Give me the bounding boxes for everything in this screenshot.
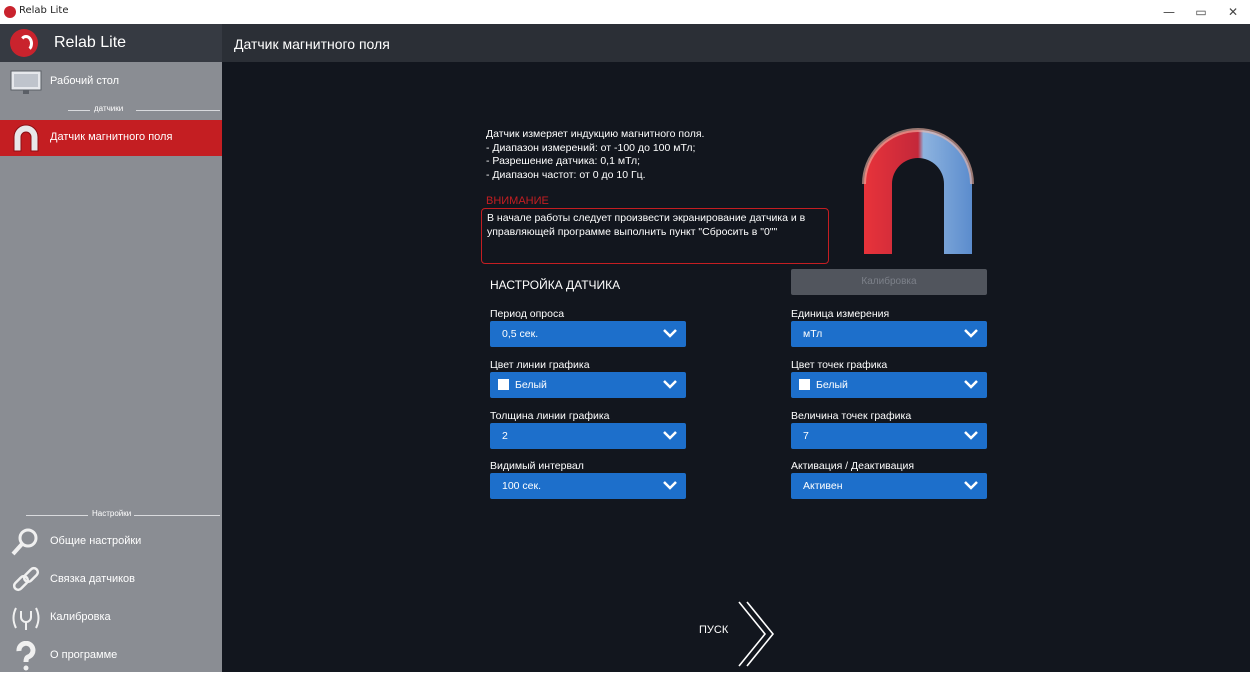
unit-label: Единица измерения (791, 308, 890, 320)
sidebar-item-general-settings[interactable]: Общие настройки (0, 524, 222, 560)
section-label: датчики (94, 104, 124, 113)
calibration-signal-icon (10, 603, 42, 633)
main-header: Датчик магнитного поля (222, 24, 1250, 62)
window-titlebar: Relab Lite — ▭ ✕ (0, 0, 1250, 24)
warning-box: В начале работы следует произвести экран… (481, 208, 829, 264)
monitor-icon (10, 67, 42, 97)
section-label: Настройки (92, 509, 132, 518)
sidebar-item-label: Общие настройки (50, 535, 142, 547)
settings-section-title: НАСТРОЙКА ДАТЧИКА (490, 278, 621, 292)
poll-period-label: Период опроса (490, 308, 565, 320)
chevron-down-icon (964, 431, 978, 440)
page-title: Датчик магнитного поля (234, 36, 390, 52)
select-value: Активен (803, 480, 843, 492)
visible-interval-label: Видимый интервал (490, 460, 584, 472)
sidebar-item-label: Калибровка (50, 611, 111, 623)
info-line: - Диапазон частот: от 0 до 10 Гц. (486, 168, 646, 181)
sidebar-item-sensor-link[interactable]: Связка датчиков (0, 562, 222, 598)
calibration-button[interactable]: Калибровка (791, 269, 987, 295)
chevron-down-icon (964, 329, 978, 338)
activation-select[interactable]: Активен (791, 473, 987, 499)
chevron-down-icon (663, 481, 677, 490)
warning-title: ВНИМАНИЕ (486, 195, 549, 207)
sidebar-item-label: Связка датчиков (50, 573, 135, 585)
sidebar: Relab Lite Рабочий стол датчики Датчик м… (0, 24, 222, 672)
line-width-label: Толщина линии графика (490, 410, 610, 422)
point-color-select[interactable]: Белый (791, 372, 987, 398)
select-value: 7 (803, 430, 809, 442)
section-divider-sensors: датчики (6, 104, 220, 116)
select-value: мТл (803, 328, 823, 340)
select-value: Белый (515, 379, 547, 391)
close-button[interactable]: ✕ (1222, 4, 1244, 20)
sidebar-item-label: О программе (50, 649, 118, 661)
point-size-select[interactable]: 7 (791, 423, 987, 449)
point-color-label: Цвет точек графика (791, 359, 888, 371)
chevron-down-icon (663, 380, 677, 389)
question-icon (10, 640, 42, 671)
magnifier-icon (10, 527, 42, 557)
line-width-select[interactable]: 2 (490, 423, 686, 449)
chain-link-icon (10, 565, 42, 595)
horseshoe-magnet-icon (858, 122, 978, 262)
info-line: - Разрешение датчика: 0,1 мТл; (486, 155, 641, 167)
maximize-button[interactable]: ▭ (1190, 4, 1212, 20)
select-value: 2 (502, 430, 508, 442)
select-value: 0,5 сек. (502, 328, 539, 340)
double-chevron-right-icon (738, 601, 775, 667)
activation-label: Активация / Деактивация (791, 460, 915, 472)
app-logo-icon (4, 6, 16, 18)
magnet-icon (10, 123, 42, 153)
sidebar-item-about[interactable]: О программе (0, 638, 222, 674)
app-title: Relab Lite (54, 34, 127, 51)
select-value: Белый (816, 379, 848, 391)
warning-text: В начале работы следует произвести экран… (487, 212, 806, 238)
sidebar-header: Relab Lite (0, 24, 222, 62)
point-size-label: Величина точек графика (791, 410, 912, 422)
info-line: - Диапазон измерений: от -100 до 100 мТл… (486, 141, 696, 154)
sensor-description: Датчик измеряет индукцию магнитного поля… (486, 128, 704, 182)
unit-select[interactable]: мТл (791, 321, 987, 347)
color-swatch (498, 379, 509, 390)
start-label: ПУСК (699, 624, 729, 636)
chevron-down-icon (663, 329, 677, 338)
section-divider-settings: Настройки (6, 509, 220, 521)
sidebar-item-magnetic-sensor[interactable]: Датчик магнитного поля (0, 120, 222, 156)
sidebar-item-desktop[interactable]: Рабочий стол (0, 64, 222, 100)
sidebar-item-label: Датчик магнитного поля (50, 131, 173, 143)
visible-interval-select[interactable]: 100 сек. (490, 473, 686, 499)
chevron-down-icon (663, 431, 677, 440)
color-swatch (799, 379, 810, 390)
sidebar-item-label: Рабочий стол (50, 75, 120, 87)
relab-logo-icon (10, 29, 38, 57)
chevron-down-icon (964, 380, 978, 389)
minimize-button[interactable]: — (1158, 4, 1180, 20)
sidebar-item-calibration[interactable]: Калибровка (0, 600, 222, 636)
poll-period-select[interactable]: 0,5 сек. (490, 321, 686, 347)
start-button[interactable]: ПУСК (699, 600, 779, 672)
chevron-down-icon (964, 481, 978, 490)
line-color-label: Цвет линии графика (490, 359, 590, 371)
line-color-select[interactable]: Белый (490, 372, 686, 398)
main-content: Датчик измеряет индукцию магнитного поля… (222, 62, 1250, 672)
select-value: 100 сек. (502, 480, 542, 492)
info-line: Датчик измеряет индукцию магнитного поля… (486, 128, 705, 140)
window-title: Relab Lite (19, 5, 69, 16)
